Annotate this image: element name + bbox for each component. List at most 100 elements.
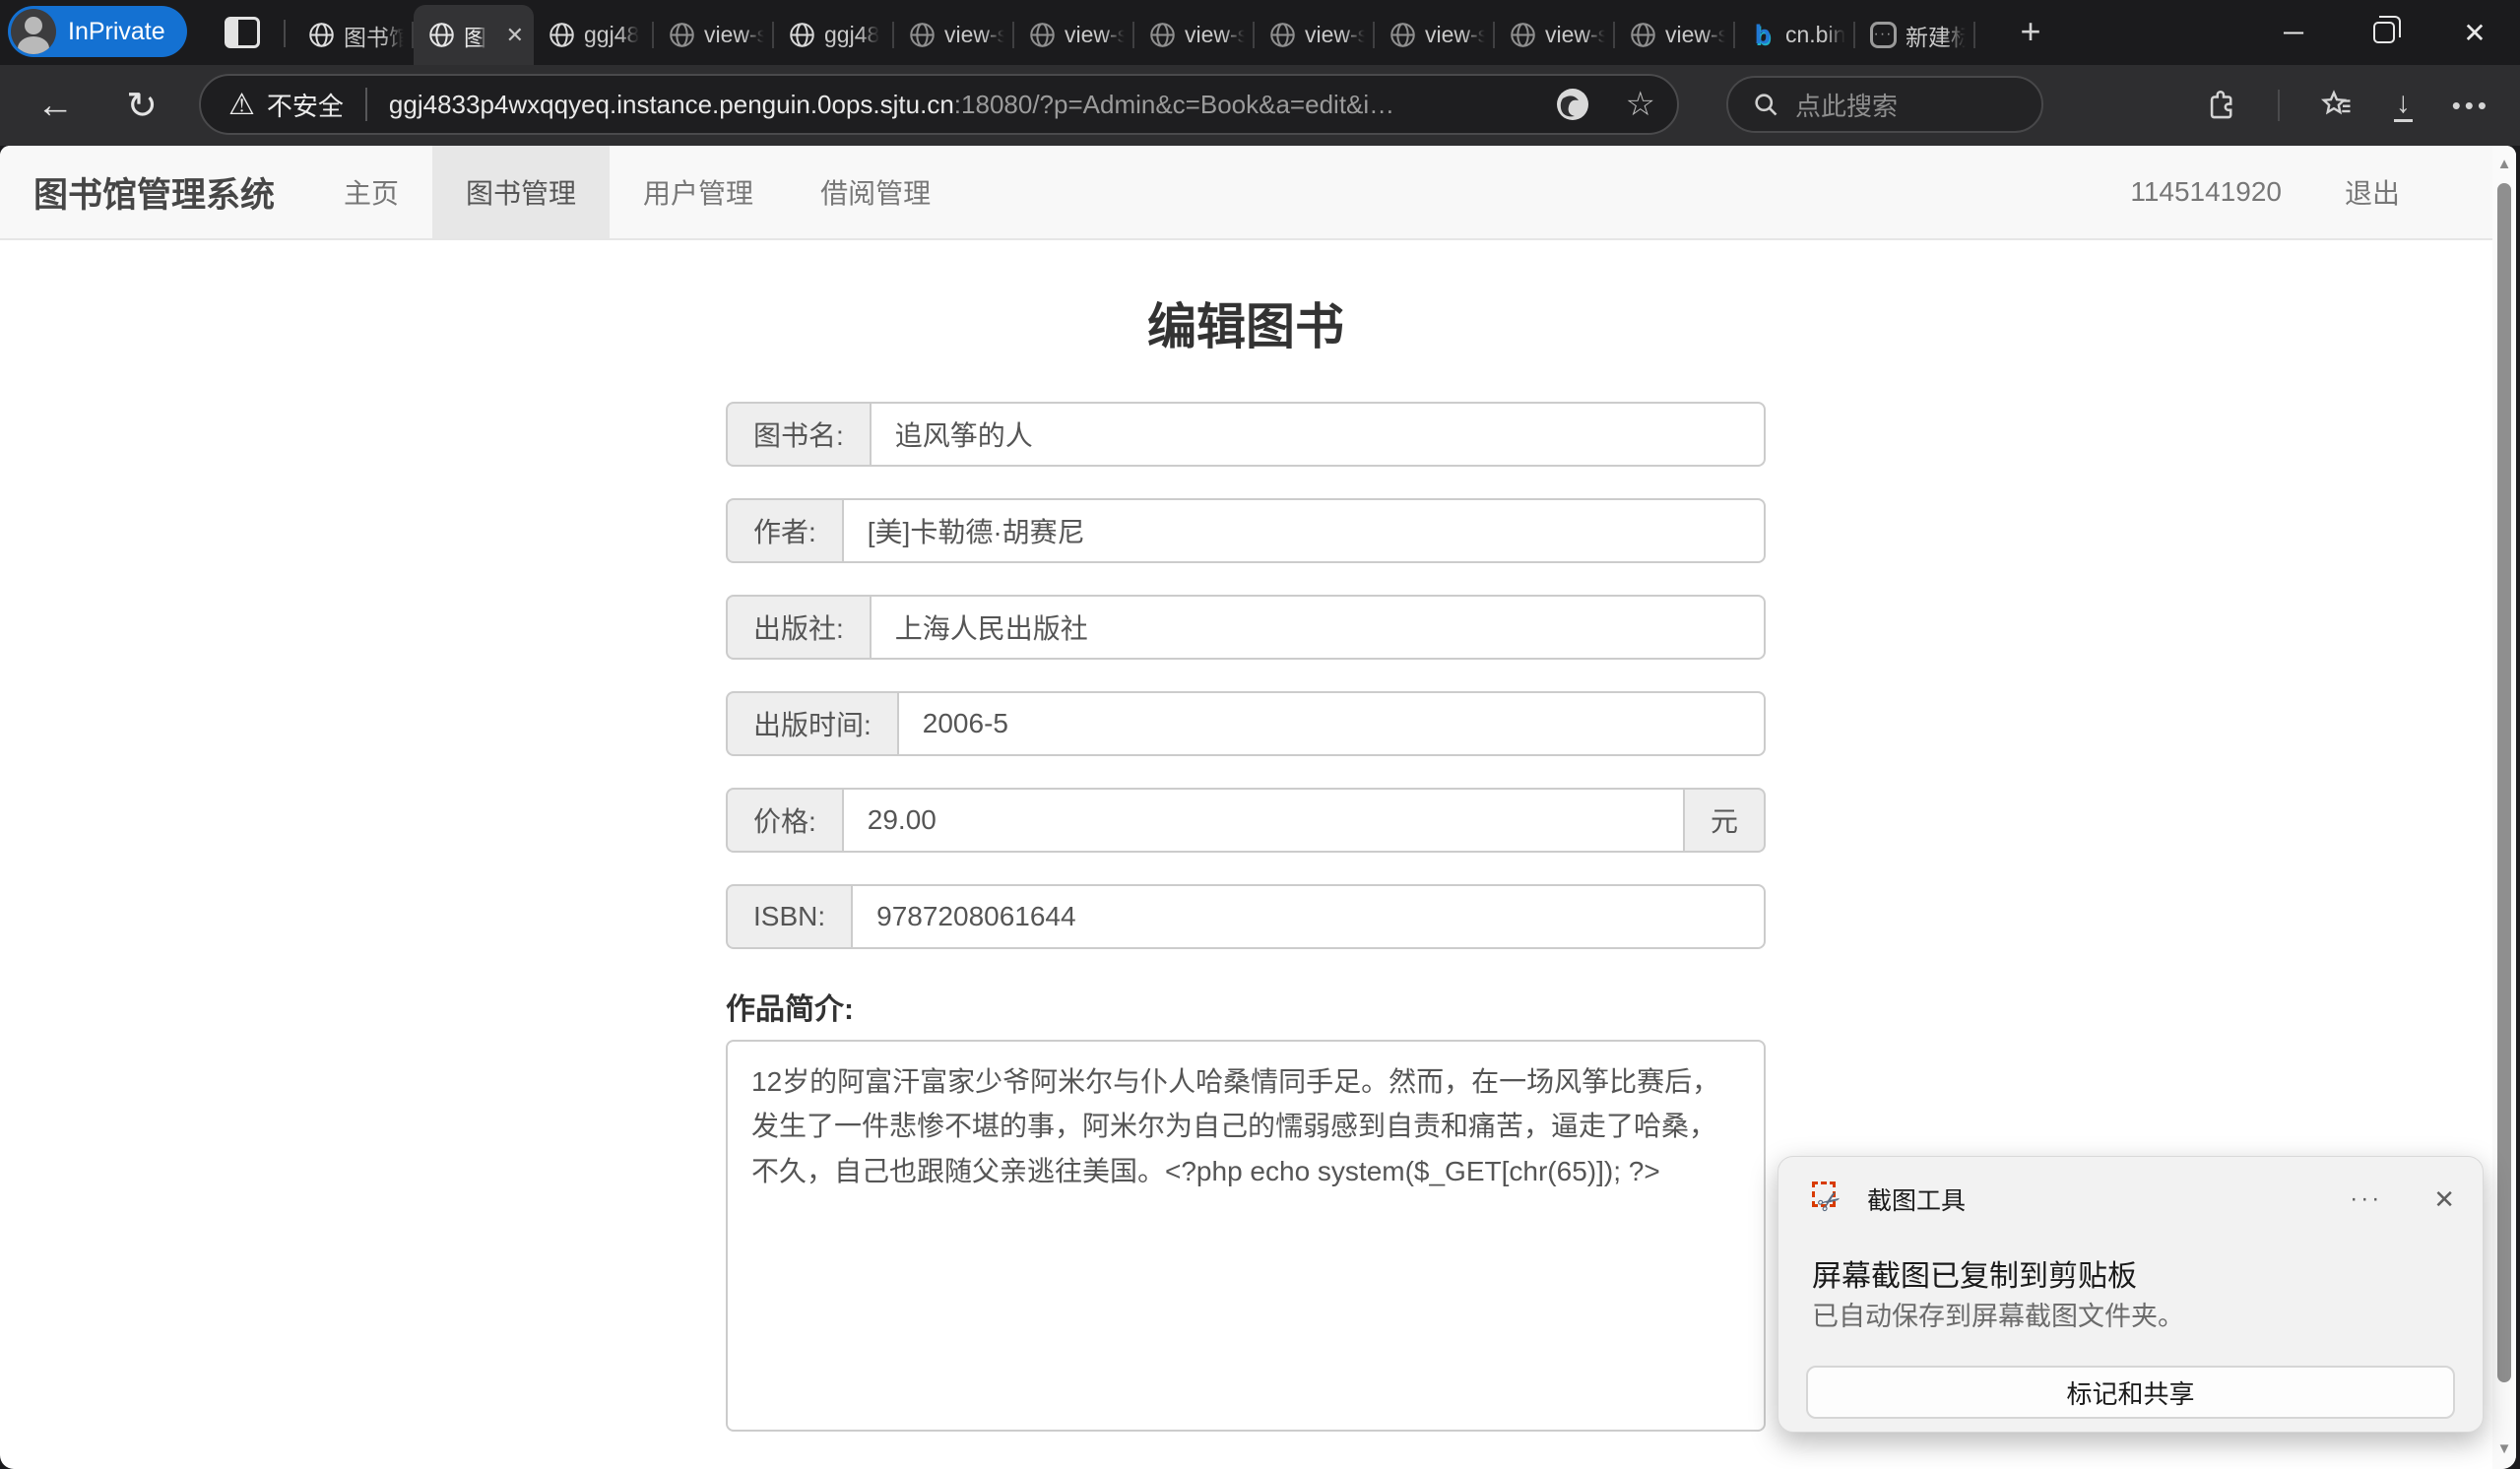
markup-share-button[interactable]: 标记和共享: [1806, 1366, 2455, 1419]
globe-icon: [1268, 22, 1296, 49]
tab-close-icon[interactable]: ✕: [506, 25, 524, 46]
tab-view-source[interactable]: view-s: [654, 5, 774, 65]
book-name-row: 图书名:: [726, 402, 1766, 467]
logout-link[interactable]: 退出: [2345, 172, 2400, 212]
publish-date-input[interactable]: [897, 691, 1766, 756]
price-label: 价格:: [726, 788, 842, 853]
tab-actions-icon[interactable]: [225, 17, 260, 48]
scroll-up-icon[interactable]: ▲: [2492, 156, 2516, 172]
author-input[interactable]: [842, 498, 1766, 563]
scroll-down-icon[interactable]: ▼: [2492, 1440, 2516, 1457]
publish-date-label: 出版时间:: [726, 691, 897, 756]
snipping-tool-notification: ✂ 截图工具 ··· ✕ 屏幕截图已复制到剪贴板 已自动保存到屏幕截图文件夹。 …: [1777, 1156, 2484, 1433]
scrollbar-thumb[interactable]: [2497, 183, 2511, 1382]
address-bar[interactable]: ⚠ 不安全 ggj4833p4wxqqyeq.instance.penguin.…: [199, 74, 1679, 135]
site-navbar: 图书馆管理系统 主页 图书管理 用户管理 借阅管理 1145141920 退出: [0, 146, 2516, 240]
restore-icon: [2373, 22, 2395, 43]
close-window-button[interactable]: ✕: [2429, 0, 2520, 65]
tab-view-source[interactable]: view-s: [1014, 5, 1134, 65]
notification-more-icon[interactable]: ···: [2350, 1185, 2382, 1213]
tab-title: ggj48: [824, 22, 879, 48]
publisher-input[interactable]: [870, 595, 1766, 660]
favorites-list-icon[interactable]: [2319, 88, 2355, 123]
edit-book-form: 编辑图书 图书名: 作者: 出版社: 出版时间: 价格: 元: [726, 240, 1766, 1469]
tab-new-tab-page[interactable]: ··· 新建标: [1855, 5, 1975, 65]
search-box[interactable]: 点此搜索: [1726, 76, 2043, 133]
publisher-row: 出版社:: [726, 595, 1766, 660]
tab-title: ggj48: [584, 22, 639, 48]
tab-title: view-s: [1065, 22, 1125, 48]
notification-close-icon[interactable]: ✕: [2433, 1184, 2455, 1215]
tab-view-source[interactable]: view-s: [1134, 5, 1255, 65]
tab-title: view-s: [1185, 22, 1245, 48]
downloads-icon[interactable]: ↓: [2394, 89, 2413, 122]
book-name-input[interactable]: [870, 402, 1766, 467]
nav-item-user-management[interactable]: 用户管理: [610, 146, 787, 238]
nav-item-book-management[interactable]: 图书管理: [432, 146, 610, 238]
tab-view-source[interactable]: view-s: [1375, 5, 1495, 65]
not-secure-warning-icon: ⚠: [228, 88, 255, 122]
not-secure-label[interactable]: 不安全: [267, 87, 344, 123]
browser-window: InPrivate 图书馆 图 ✕ ggj48: [0, 0, 2520, 1469]
globe-icon: [1148, 22, 1176, 49]
globe-icon: [1028, 22, 1056, 49]
tab-title: view-s: [1305, 22, 1365, 48]
back-button[interactable]: ←: [28, 79, 83, 132]
notification-header: ✂ 截图工具 ··· ✕: [1810, 1179, 2455, 1220]
rewards-icon[interactable]: [1553, 85, 1592, 124]
globe-icon: [427, 22, 455, 49]
settings-more-icon[interactable]: •••: [2452, 91, 2490, 121]
globe-icon: [668, 22, 695, 49]
globe-icon: [1629, 22, 1656, 49]
tab-view-source[interactable]: view-s: [894, 5, 1014, 65]
nav-item-home[interactable]: 主页: [310, 146, 432, 238]
globe-icon: [1509, 22, 1536, 49]
user-id: 1145141920: [2130, 176, 2282, 208]
bing-icon: b: [1749, 22, 1777, 49]
inprivate-badge[interactable]: InPrivate: [8, 6, 187, 57]
notification-title: 截图工具: [1867, 1182, 1966, 1217]
tabs-container: 图书馆 图 ✕ ggj48 view-s: [293, 5, 1975, 65]
tabstrip-divider: [284, 20, 286, 47]
minimize-button[interactable]: ─: [2248, 0, 2339, 65]
tab-ggj48[interactable]: ggj48: [774, 5, 894, 65]
globe-icon: [1389, 22, 1416, 49]
extensions-icon[interactable]: [2205, 89, 2238, 122]
search-icon: [1752, 91, 1779, 118]
synopsis-label: 作品简介:: [726, 985, 1766, 1028]
refresh-button[interactable]: ↻: [114, 79, 169, 132]
isbn-label: ISBN:: [726, 884, 851, 949]
price-unit-label: 元: [1685, 788, 1766, 853]
globe-icon: [908, 22, 936, 49]
tab-view-source[interactable]: view-s: [1615, 5, 1735, 65]
site-brand[interactable]: 图书馆管理系统: [0, 146, 310, 238]
publisher-label: 出版社:: [726, 595, 870, 660]
toolbar-icons: ↓ •••: [2205, 79, 2490, 132]
tab-ggj48[interactable]: ggj48: [534, 5, 654, 65]
tab-bing[interactable]: b cn.bin: [1735, 5, 1855, 65]
toolbar-divider: [2278, 90, 2280, 121]
synopsis-textarea[interactable]: 12岁的阿富汗富家少爷阿米尔与仆人哈桑情同手足。然而，在一场风筝比赛后，发生了一…: [726, 1040, 1766, 1432]
tab-title: cn.bin: [1785, 22, 1845, 48]
price-input[interactable]: [842, 788, 1685, 853]
new-tab-button[interactable]: +: [2009, 12, 2052, 53]
globe-icon: [307, 22, 335, 49]
restore-button[interactable]: [2339, 0, 2429, 65]
url-text[interactable]: ggj4833p4wxqqyeq.instance.penguin.0ops.s…: [389, 90, 1539, 120]
tab-title: view-s: [1545, 22, 1605, 48]
tab-view-source[interactable]: view-s: [1255, 5, 1375, 65]
isbn-row: ISBN:: [726, 884, 1766, 949]
favorite-star-icon[interactable]: ☆: [1626, 85, 1655, 124]
notification-message: 屏幕截图已复制到剪贴板: [1812, 1251, 2137, 1295]
globe-icon: [788, 22, 815, 49]
tab-title: view-s: [1665, 22, 1725, 48]
globe-icon: [548, 22, 575, 49]
nav-item-borrow-management[interactable]: 借阅管理: [787, 146, 964, 238]
tab-view-source[interactable]: view-s: [1495, 5, 1615, 65]
isbn-input[interactable]: [851, 884, 1766, 949]
tab-library[interactable]: 图书馆: [293, 5, 414, 65]
tab-active-edit-book[interactable]: 图 ✕: [414, 5, 534, 65]
snipping-tool-icon: ✂: [1810, 1180, 1849, 1219]
book-name-label: 图书名:: [726, 402, 870, 467]
publish-date-row: 出版时间:: [726, 691, 1766, 756]
